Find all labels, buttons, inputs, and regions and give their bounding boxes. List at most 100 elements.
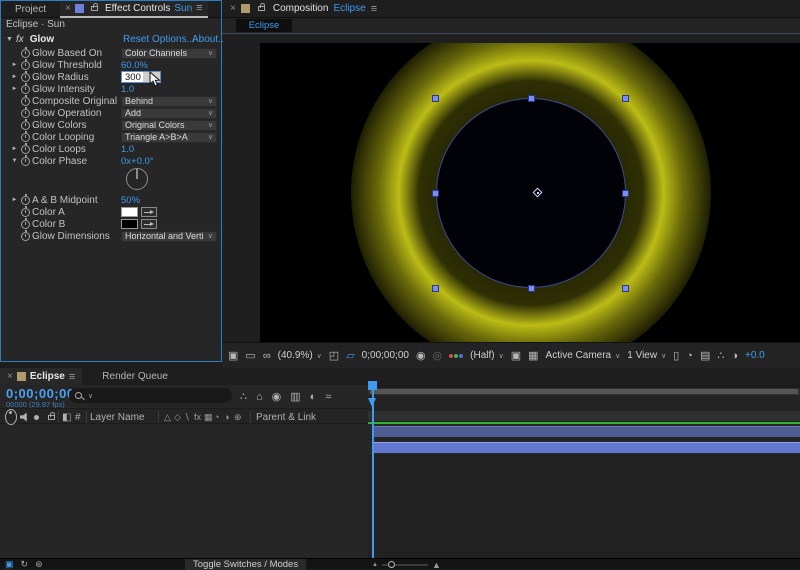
- label-column-icon[interactable]: ◧: [62, 409, 71, 425]
- composition-tabbar[interactable]: × Composition Eclipse ≡: [222, 0, 800, 18]
- show-channel-icon[interactable]: [449, 354, 463, 358]
- close-icon[interactable]: ×: [230, 3, 236, 14]
- eyedropper-icon[interactable]: [141, 207, 157, 217]
- close-icon[interactable]: ×: [65, 3, 71, 14]
- expander-down-icon[interactable]: ▼: [6, 36, 13, 43]
- switch-column-2[interactable]: ∖: [184, 409, 190, 425]
- expander-down-icon[interactable]: ▼: [10, 158, 19, 164]
- composition-stage[interactable]: [260, 43, 800, 342]
- selection-handle[interactable]: [622, 190, 629, 197]
- layer-bar-sun[interactable]: [373, 442, 800, 453]
- stopwatch-icon[interactable]: [21, 232, 30, 241]
- anchor-point-icon[interactable]: [532, 187, 544, 199]
- expander-right-icon[interactable]: ►: [10, 74, 19, 80]
- property-dropdown-glow-operation[interactable]: Add∨: [121, 108, 217, 119]
- reset-link[interactable]: Reset: [123, 34, 149, 45]
- always-preview-icon[interactable]: ▣: [228, 349, 238, 362]
- stopwatch-icon[interactable]: [21, 97, 30, 106]
- mask-visibility-icon[interactable]: ▱: [346, 349, 354, 362]
- layer-bar-moon[interactable]: [373, 426, 800, 437]
- transparency-grid-icon[interactable]: ▦: [528, 349, 538, 362]
- property-dropdown-glow-colors[interactable]: Original Colors∨: [121, 120, 217, 131]
- stereo-3d-view-icon[interactable]: ∞: [263, 350, 271, 362]
- stopwatch-icon[interactable]: [21, 73, 30, 82]
- selection-handle[interactable]: [622, 95, 629, 102]
- graph-editor-icon[interactable]: ≈: [325, 391, 331, 403]
- current-timecode[interactable]: 0;00;00;00: [6, 386, 75, 401]
- view-layout-dropdown[interactable]: 1 View∨: [627, 350, 666, 361]
- flowchart-view-icon[interactable]: ⊛: [35, 559, 43, 570]
- show-snapshot-icon[interactable]: ◎: [433, 349, 443, 362]
- close-icon[interactable]: ×: [7, 371, 13, 382]
- property-dropdown-color-looping[interactable]: Triangle A>B>A∨: [121, 132, 217, 143]
- switch-column-0[interactable]: △: [164, 409, 171, 425]
- expander-right-icon[interactable]: ►: [10, 197, 19, 203]
- moon-shape[interactable]: [436, 98, 626, 288]
- magnification-dropdown[interactable]: (40.9%)∨: [278, 350, 322, 361]
- playhead-line[interactable]: [372, 388, 374, 558]
- fast-preview-icon[interactable]: ◔: [686, 350, 693, 362]
- exposure-value[interactable]: +0.0: [745, 350, 765, 361]
- effect-name[interactable]: Glow: [30, 34, 54, 45]
- tab-project[interactable]: Project: [1, 4, 60, 15]
- about-link[interactable]: About..: [192, 34, 224, 45]
- stopwatch-icon[interactable]: [21, 121, 30, 130]
- stopwatch-icon[interactable]: [21, 157, 30, 166]
- work-area-bar[interactable]: [368, 388, 800, 395]
- target-region-icon[interactable]: ▣: [511, 349, 521, 362]
- resolution-dropdown[interactable]: (Half)∨: [470, 350, 504, 361]
- stopwatch-icon[interactable]: [21, 145, 30, 154]
- selection-handle[interactable]: [528, 285, 535, 292]
- solo-column-icon[interactable]: [34, 409, 39, 425]
- lock-icon[interactable]: [258, 6, 265, 11]
- selection-handle[interactable]: [528, 95, 535, 102]
- camera-dropdown[interactable]: Active Camera∨: [546, 350, 621, 361]
- snapshot-icon[interactable]: ◉: [416, 349, 426, 362]
- live-update-icon[interactable]: ↻: [21, 559, 29, 570]
- stopwatch-icon[interactable]: [21, 196, 30, 205]
- track-row-moon[interactable]: [368, 424, 800, 440]
- stopwatch-icon[interactable]: [21, 133, 30, 142]
- switch-column-6[interactable]: ◑: [224, 409, 229, 425]
- options-link[interactable]: Options...: [152, 34, 195, 45]
- color-swatch[interactable]: [121, 207, 138, 217]
- zoom-in-icon[interactable]: ▲: [432, 560, 441, 570]
- layer-list-empty-area[interactable]: [0, 456, 368, 558]
- region-of-interest-icon[interactable]: ◰: [329, 349, 339, 362]
- property-value[interactable]: 60.0%: [121, 60, 148, 71]
- flowchart-button-icon[interactable]: ∴: [717, 349, 724, 362]
- selection-handle[interactable]: [432, 285, 439, 292]
- zoom-slider[interactable]: [382, 564, 428, 566]
- preview-timecode[interactable]: 0;00;00;00: [362, 350, 409, 361]
- selection-handle[interactable]: [432, 190, 439, 197]
- expander-right-icon[interactable]: ►: [10, 62, 19, 68]
- switch-column-1[interactable]: ◇: [174, 409, 181, 425]
- expander-right-icon[interactable]: ►: [10, 86, 19, 92]
- color-phase-dial[interactable]: [126, 168, 148, 190]
- frame-blending-icon[interactable]: ▥: [290, 390, 300, 403]
- tab-render-queue[interactable]: Render Queue: [102, 371, 168, 382]
- chevron-down-icon[interactable]: ∨: [88, 392, 93, 400]
- zoom-out-icon[interactable]: ▲: [372, 562, 378, 568]
- composition-viewer[interactable]: [222, 35, 800, 342]
- composition-mini-flowchart-icon[interactable]: ∴: [240, 390, 247, 403]
- stopwatch-icon[interactable]: [21, 208, 30, 217]
- tab-effect-controls[interactable]: × Effect Controls Sun ≡: [60, 1, 207, 18]
- motion-blur-icon[interactable]: ◐: [310, 391, 317, 403]
- property-value[interactable]: 1.0: [121, 84, 134, 95]
- property-dropdown-composite-original[interactable]: Behind∨: [121, 96, 217, 107]
- expand-layer-pane-icon[interactable]: ▣: [5, 559, 14, 570]
- stopwatch-icon[interactable]: [21, 220, 30, 229]
- property-dropdown-glow-based-on[interactable]: Color Channels∨: [121, 48, 217, 59]
- selection-handle[interactable]: [432, 95, 439, 102]
- draft-3d-icon[interactable]: ⌂: [256, 391, 263, 403]
- playhead-needle-icon[interactable]: [368, 398, 376, 407]
- panel-menu-icon[interactable]: ≡: [371, 3, 377, 15]
- video-column-icon[interactable]: [5, 409, 17, 425]
- toggle-switches-modes-button[interactable]: Toggle Switches / Modes: [185, 559, 306, 570]
- time-ruler[interactable]: [368, 395, 800, 411]
- color-swatch[interactable]: [121, 219, 138, 229]
- track-row-sun[interactable]: [368, 440, 800, 456]
- switch-column-7[interactable]: ⊕: [234, 409, 242, 425]
- playhead-handle[interactable]: [368, 381, 377, 390]
